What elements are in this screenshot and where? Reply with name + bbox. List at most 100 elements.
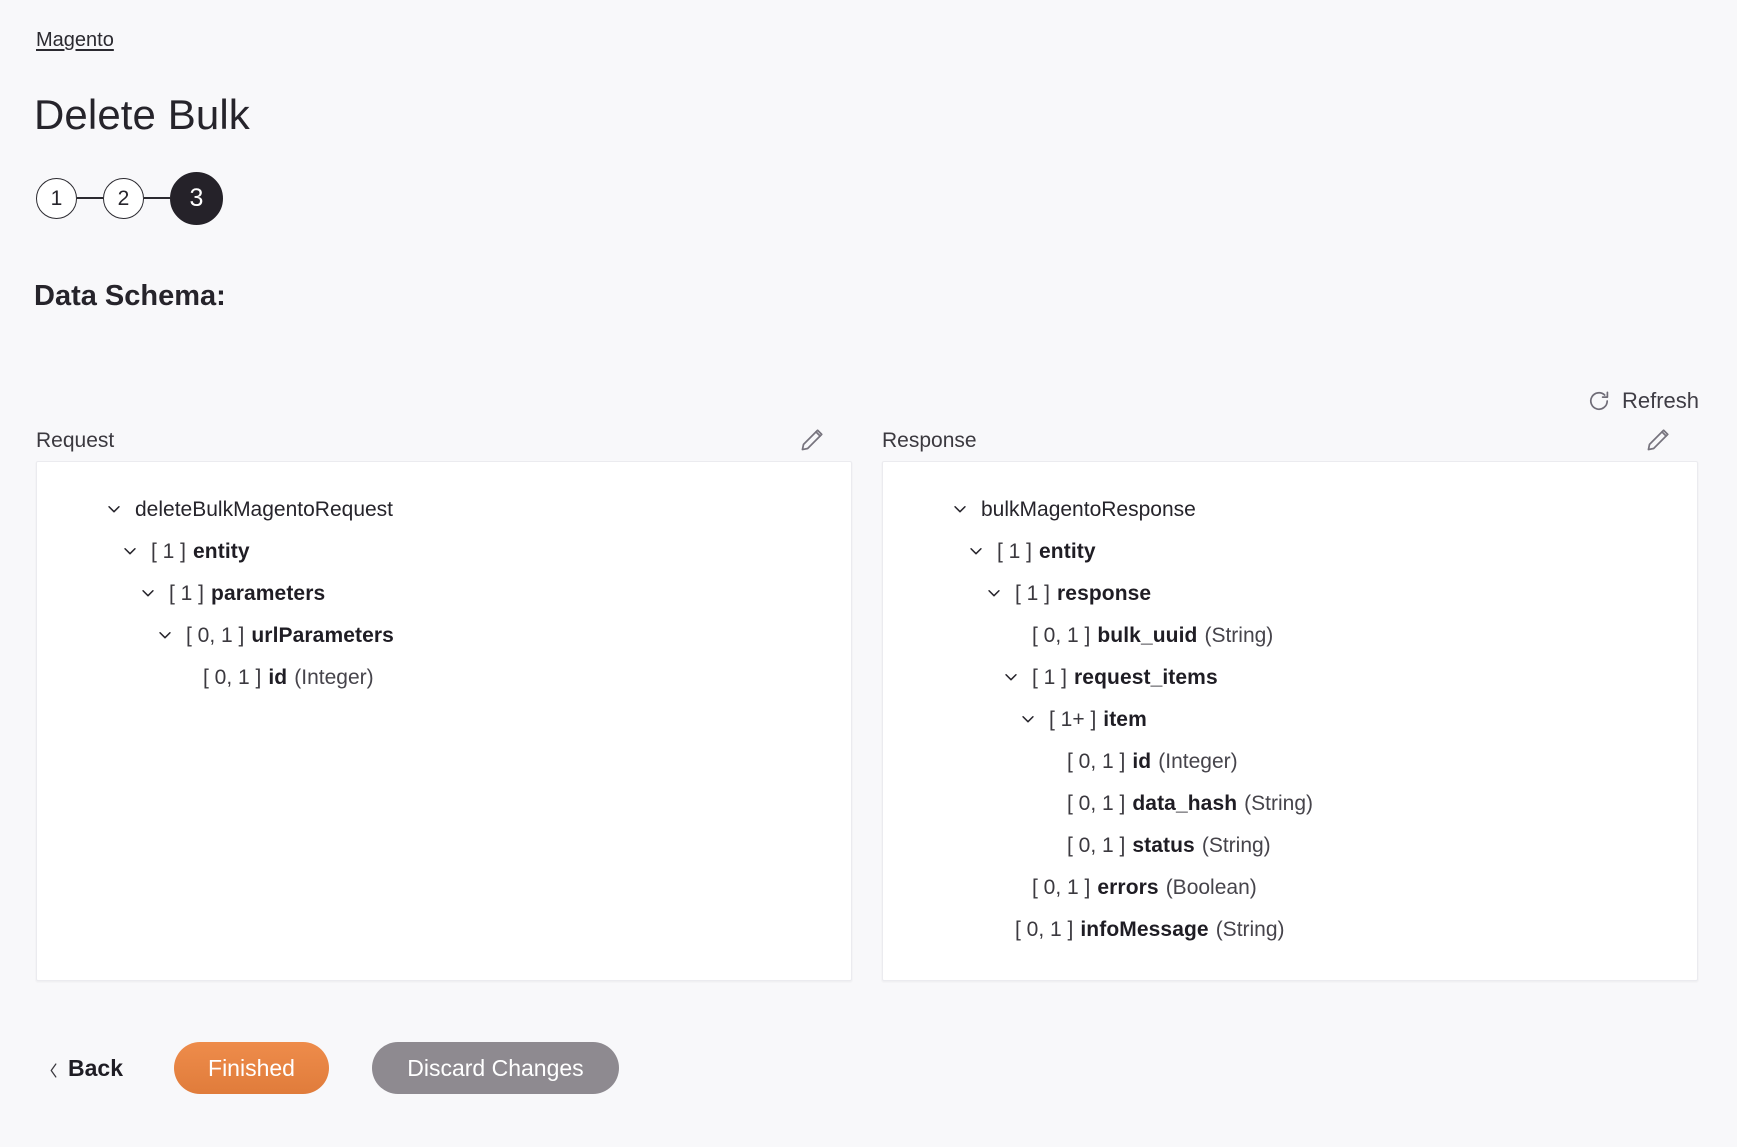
tree-node[interactable]: [ 1+ ] item — [903, 698, 1677, 740]
tree-node-content: [ 1+ ] item — [1049, 709, 1147, 730]
discard-changes-button[interactable]: Discard Changes — [371, 1042, 619, 1094]
tree-node-content: [ 0, 1 ] urlParameters — [186, 625, 394, 646]
tree-node[interactable]: [ 0, 1 ] id (Integer) — [57, 656, 831, 698]
tree-node[interactable]: [ 0, 1 ] status (String) — [903, 824, 1677, 866]
page-title: Delete Bulk — [34, 91, 250, 138]
refresh-label: Refresh — [1621, 388, 1699, 413]
tree-node-content: [ 1 ] parameters — [169, 583, 325, 604]
tree-node-name: item — [1103, 707, 1147, 731]
tree-node-name: infoMessage — [1080, 917, 1209, 941]
tree-node-name: id — [1132, 749, 1152, 773]
tree-node-type: (Integer) — [294, 665, 374, 689]
tree-node-content: [ 0, 1 ] data_hash (String) — [1067, 793, 1313, 814]
chevron-down-icon[interactable] — [101, 496, 127, 522]
tree-node[interactable]: [ 1 ] response — [903, 572, 1677, 614]
chevron-down-icon[interactable] — [998, 664, 1024, 690]
tree-node[interactable]: [ 1 ] request_items — [903, 656, 1677, 698]
finished-button[interactable]: Finished — [173, 1042, 329, 1094]
stepper-connector — [77, 197, 103, 199]
tree-node-name: entity — [193, 539, 250, 563]
tree-node[interactable]: [ 1 ] entity — [903, 530, 1677, 572]
chevron-down-icon[interactable] — [947, 496, 973, 522]
request-column: Request deleteBulkMagentoRequest[ 1 ] ent… — [36, 420, 852, 981]
tree-node-cardinality: [ 0, 1 ] — [1067, 791, 1126, 815]
tree-node-name: deleteBulkMagentoRequest — [135, 497, 394, 521]
tree-node[interactable]: deleteBulkMagentoRequest — [57, 488, 831, 530]
chevron-left-icon — [48, 1059, 59, 1078]
tree-node-type: (String) — [1244, 791, 1314, 815]
request-tree: deleteBulkMagentoRequest[ 1 ] entity[ 1 ]… — [57, 488, 831, 698]
tree-node-type: (Integer) — [1158, 749, 1238, 773]
tree-node-content: deleteBulkMagentoRequest — [135, 499, 393, 520]
tree-node-cardinality: [ 0, 1 ] — [1032, 875, 1091, 899]
tree-node-content: [ 0, 1 ] id (Integer) — [203, 667, 374, 688]
chevron-down-icon[interactable] — [1015, 706, 1041, 732]
response-column: Response bulkMagentoResponse[ 1 ] entity[… — [882, 420, 1698, 981]
tree-node[interactable]: [ 0, 1 ] infoMessage (String) — [903, 908, 1677, 950]
tree-node[interactable]: [ 1 ] entity — [57, 530, 831, 572]
edit-request-button[interactable] — [798, 428, 824, 454]
chevron-down-icon[interactable] — [152, 622, 178, 648]
response-label: Response — [882, 429, 977, 452]
tree-node-content: [ 0, 1 ] bulk_uuid (String) — [1032, 625, 1273, 646]
tree-node[interactable]: [ 0, 1 ] errors (Boolean) — [903, 866, 1677, 908]
tree-node[interactable]: [ 0, 1 ] bulk_uuid (String) — [903, 614, 1677, 656]
chevron-down-icon[interactable] — [981, 580, 1007, 606]
tree-node-name: response — [1057, 581, 1152, 605]
tree-node-cardinality: [ 0, 1 ] — [1067, 749, 1126, 773]
footer-actions: Back Finished Discard Changes — [36, 1042, 619, 1094]
tree-node-content: [ 1 ] request_items — [1032, 667, 1218, 688]
edit-response-button[interactable] — [1644, 428, 1670, 454]
chevron-down-icon[interactable] — [117, 538, 143, 564]
tree-node-content: [ 0, 1 ] id (Integer) — [1067, 751, 1238, 772]
tree-node-content: [ 0, 1 ] status (String) — [1067, 835, 1271, 856]
tree-node-content: [ 0, 1 ] errors (Boolean) — [1032, 877, 1257, 898]
back-label: Back — [68, 1054, 123, 1081]
tree-node-name: status — [1132, 833, 1195, 857]
tree-node-name: urlParameters — [251, 623, 394, 647]
tree-node-type: (Boolean) — [1165, 875, 1257, 899]
pencil-icon — [1644, 428, 1670, 454]
pencil-icon — [798, 428, 824, 454]
tree-node-cardinality: [ 1 ] — [1032, 665, 1068, 689]
page-root: Magento Delete Bulk 123 Data Schema: Ref… — [0, 0, 1737, 1147]
tree-node-cardinality: [ 0, 1 ] — [1032, 623, 1091, 647]
tree-node-content: [ 1 ] response — [1015, 583, 1151, 604]
tree-node[interactable]: [ 0, 1 ] id (Integer) — [903, 740, 1677, 782]
tree-node[interactable]: [ 1 ] parameters — [57, 572, 831, 614]
chevron-down-icon[interactable] — [135, 580, 161, 606]
tree-node-cardinality: [ 0, 1 ] — [1067, 833, 1126, 857]
tree-node-name: data_hash — [1132, 791, 1238, 815]
tree-node[interactable]: [ 0, 1 ] data_hash (String) — [903, 782, 1677, 824]
request-column-header: Request — [36, 420, 852, 461]
tree-node-cardinality: [ 1 ] — [997, 539, 1033, 563]
tree-node-cardinality: [ 1 ] — [151, 539, 187, 563]
section-heading-data-schema: Data Schema: — [34, 280, 226, 312]
tree-node[interactable]: [ 0, 1 ] urlParameters — [57, 614, 831, 656]
refresh-button[interactable]: Refresh — [1587, 388, 1699, 414]
stepper-step-1[interactable]: 1 — [36, 177, 77, 219]
tree-node-name: bulk_uuid — [1097, 623, 1198, 647]
chevron-down-icon[interactable] — [963, 538, 989, 564]
schema-columns: Request deleteBulkMagentoRequest[ 1 ] ent… — [36, 420, 1698, 981]
tree-node-content: [ 1 ] entity — [997, 541, 1096, 562]
response-tree: bulkMagentoResponse[ 1 ] entity[ 1 ] respo… — [903, 488, 1677, 950]
back-button[interactable]: Back — [36, 1055, 123, 1082]
tree-node-cardinality: [ 1+ ] — [1049, 707, 1097, 731]
stepper: 123 — [36, 171, 223, 225]
request-schema-panel: deleteBulkMagentoRequest[ 1 ] entity[ 1 ]… — [36, 461, 852, 981]
breadcrumb-magento[interactable]: Magento — [36, 28, 114, 52]
response-column-header: Response — [882, 420, 1698, 461]
request-label: Request — [36, 429, 115, 452]
stepper-step-3[interactable]: 3 — [170, 171, 223, 225]
tree-node-type: (String) — [1204, 623, 1274, 647]
tree-node[interactable]: bulkMagentoResponse — [903, 488, 1677, 530]
tree-node-content: bulkMagentoResponse — [981, 499, 1196, 520]
tree-node-cardinality: [ 1 ] — [169, 581, 205, 605]
tree-node-cardinality: [ 0, 1 ] — [203, 665, 262, 689]
stepper-step-2[interactable]: 2 — [103, 177, 144, 219]
tree-node-name: bulkMagentoResponse — [981, 497, 1196, 521]
stepper-connector — [144, 197, 170, 199]
tree-node-content: [ 1 ] entity — [151, 541, 250, 562]
tree-node-type: (String) — [1201, 833, 1271, 857]
